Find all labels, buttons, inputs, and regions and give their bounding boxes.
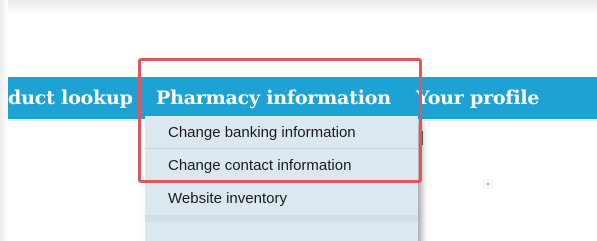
- page-left-shadow: [0, 0, 8, 241]
- menu-item-change-contact-information[interactable]: Change contact information: [145, 149, 418, 182]
- nav-item-your-profile[interactable]: Your profile: [416, 77, 539, 119]
- pharmacy-information-dropdown: Change banking information Change contac…: [145, 116, 418, 241]
- menu-item-change-banking-information[interactable]: Change banking information: [145, 116, 418, 149]
- nav-item-pharmacy-information[interactable]: Pharmacy information: [156, 77, 391, 119]
- text-cursor-mark: [421, 131, 423, 145]
- stray-dot: [487, 183, 489, 185]
- page-top-shadow: [0, 0, 597, 14]
- dropdown-footer-stripe: [145, 215, 418, 222]
- nav-item-product-lookup[interactable]: duct lookup: [8, 77, 133, 119]
- menu-item-website-inventory[interactable]: Website inventory: [145, 182, 418, 215]
